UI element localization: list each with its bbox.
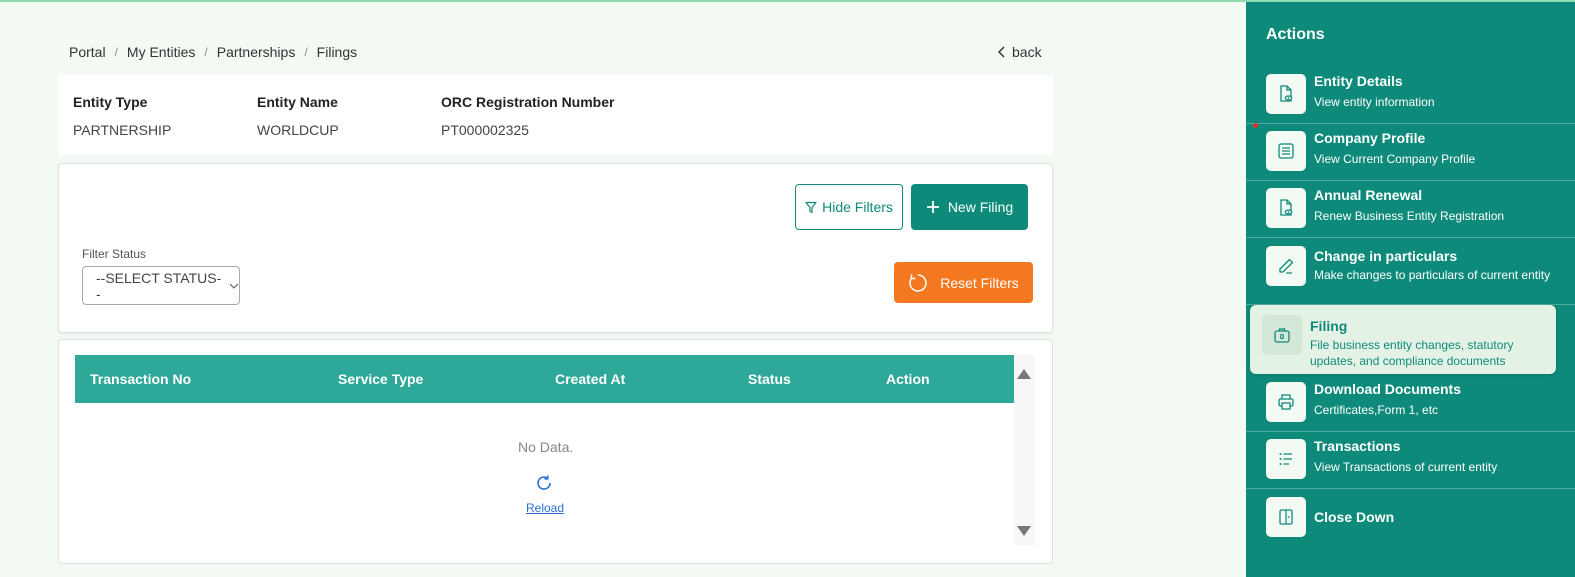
orc-number-field: ORC Registration Number PT000002325 [441, 94, 614, 138]
breadcrumb-partnerships[interactable]: Partnerships [217, 44, 296, 60]
briefcase-icon [1262, 315, 1302, 355]
breadcrumb-my-entities[interactable]: My Entities [127, 44, 195, 60]
sidebar-title: Actions [1266, 26, 1325, 43]
sidebar-item-title: Transactions [1314, 438, 1401, 454]
sidebar-item-subtitle: File business entity changes, statutory … [1310, 338, 1514, 368]
scroll-up-arrow[interactable] [1017, 369, 1031, 379]
new-filing-button[interactable]: New Filing [911, 184, 1028, 230]
orc-number-label: ORC Registration Number [441, 94, 615, 110]
status-select-value: --SELECT STATUS-- [96, 269, 222, 302]
col-status[interactable]: Status [748, 371, 791, 387]
plus-icon [926, 201, 939, 213]
reload-link[interactable]: Reload [526, 501, 564, 515]
col-transaction-no[interactable]: Transaction No [90, 371, 191, 387]
filter-icon [805, 201, 817, 213]
filter-status-label: Filter Status [82, 247, 147, 261]
back-link[interactable]: back [998, 44, 1042, 60]
no-data-message: No Data. [518, 439, 574, 455]
col-action[interactable]: Action [886, 371, 930, 387]
breadcrumb-separator: / [304, 45, 308, 59]
breadcrumb-separator: / [114, 45, 118, 59]
entity-name-label: Entity Name [257, 94, 338, 110]
sidebar-item-subtitle: View Transactions of current entity [1314, 460, 1498, 474]
sidebar-item-change-in-particulars[interactable]: Change in particulars Make changes to pa… [1246, 238, 1575, 305]
main-content: Portal / My Entities / Partnerships / Fi… [0, 2, 1246, 577]
entity-type-value: PARTNERSHIP [73, 122, 172, 138]
entity-name-value: WORLDCUP [257, 122, 339, 138]
new-filing-label: New Filing [947, 199, 1014, 215]
sidebar-item-close-down[interactable]: Close Down [1246, 489, 1575, 546]
chevron-left-icon [998, 46, 1005, 58]
sidebar-item-entity-details[interactable]: Entity Details View entity information [1246, 67, 1575, 124]
pencil-icon [1266, 246, 1306, 286]
sidebar-item-filing[interactable]: Filing File business entity changes, sta… [1250, 305, 1556, 374]
sidebar-item-subtitle: View Current Company Profile [1314, 152, 1476, 166]
chevron-down-icon [229, 283, 239, 289]
breadcrumb-filings: Filings [316, 44, 358, 60]
reset-icon [909, 273, 927, 292]
reset-filters-label: Reset Filters [940, 274, 1019, 291]
entity-type-field: Entity Type PARTNERSHIP [73, 94, 171, 138]
sidebar-item-subtitle: Renew Business Entity Registration [1314, 209, 1505, 223]
orc-number-value: PT000002325 [441, 122, 529, 138]
sidebar-item-subtitle: View entity information [1314, 95, 1435, 109]
actions-sidebar: Actions Entity Details View entity infor… [1246, 2, 1575, 577]
list-icon [1266, 439, 1306, 479]
sidebar-item-transactions[interactable]: Transactions View Transactions of curren… [1246, 432, 1575, 489]
doc-eye-icon [1266, 188, 1306, 228]
table-header: Transaction No Service Type Created At S… [75, 355, 1014, 403]
table-scrollbar[interactable] [1014, 355, 1035, 545]
sidebar-item-title: Download Documents [1314, 381, 1462, 397]
entity-name-field: Entity Name WORLDCUP [257, 94, 339, 138]
door-icon [1266, 497, 1306, 537]
entity-type-label: Entity Type [73, 94, 148, 110]
sidebar-item-subtitle: Certificates,Form 1, etc [1314, 403, 1439, 417]
sidebar-item-title: Company Profile [1314, 130, 1426, 146]
sidebar-item-company-profile[interactable]: Company Profile View Current Company Pro… [1246, 124, 1575, 181]
filter-panel: Hide Filters New Filing Filter Status --… [58, 163, 1053, 333]
status-select[interactable]: --SELECT STATUS-- [82, 266, 240, 305]
entity-info-card: Entity Type PARTNERSHIP Entity Name WORL… [58, 75, 1053, 155]
sidebar-item-title: Entity Details [1314, 73, 1403, 89]
sidebar-item-download-documents[interactable]: Download Documents Certificates,Form 1, … [1246, 375, 1575, 432]
back-label: back [1012, 44, 1042, 60]
hide-filters-label: Hide Filters [822, 199, 893, 215]
doc-eye-icon [1266, 74, 1306, 114]
sidebar-item-annual-renewal[interactable]: Annual Renewal Renew Business Entity Reg… [1246, 181, 1575, 238]
sidebar-item-title: Annual Renewal [1314, 187, 1423, 203]
col-service-type[interactable]: Service Type [338, 371, 423, 387]
reload-icon[interactable] [535, 474, 553, 492]
filings-table: Transaction No Service Type Created At S… [58, 339, 1053, 564]
breadcrumb: Portal / My Entities / Partnerships / Fi… [69, 44, 357, 60]
notification-dot [1253, 123, 1258, 128]
breadcrumb-separator: / [204, 45, 208, 59]
sidebar-item-title: Filing [1310, 318, 1348, 334]
col-created-at[interactable]: Created At [555, 371, 625, 387]
scroll-down-arrow[interactable] [1017, 526, 1031, 536]
breadcrumb-portal[interactable]: Portal [69, 44, 106, 60]
printer-icon [1266, 382, 1306, 422]
sidebar-item-title: Close Down [1314, 509, 1395, 525]
hide-filters-button[interactable]: Hide Filters [795, 184, 903, 230]
sidebar-item-subtitle: Make changes to particulars of current e… [1314, 268, 1551, 282]
list-box-icon [1266, 131, 1306, 171]
reset-filters-button[interactable]: Reset Filters [894, 262, 1033, 303]
sidebar-item-title: Change in particulars [1314, 248, 1458, 264]
